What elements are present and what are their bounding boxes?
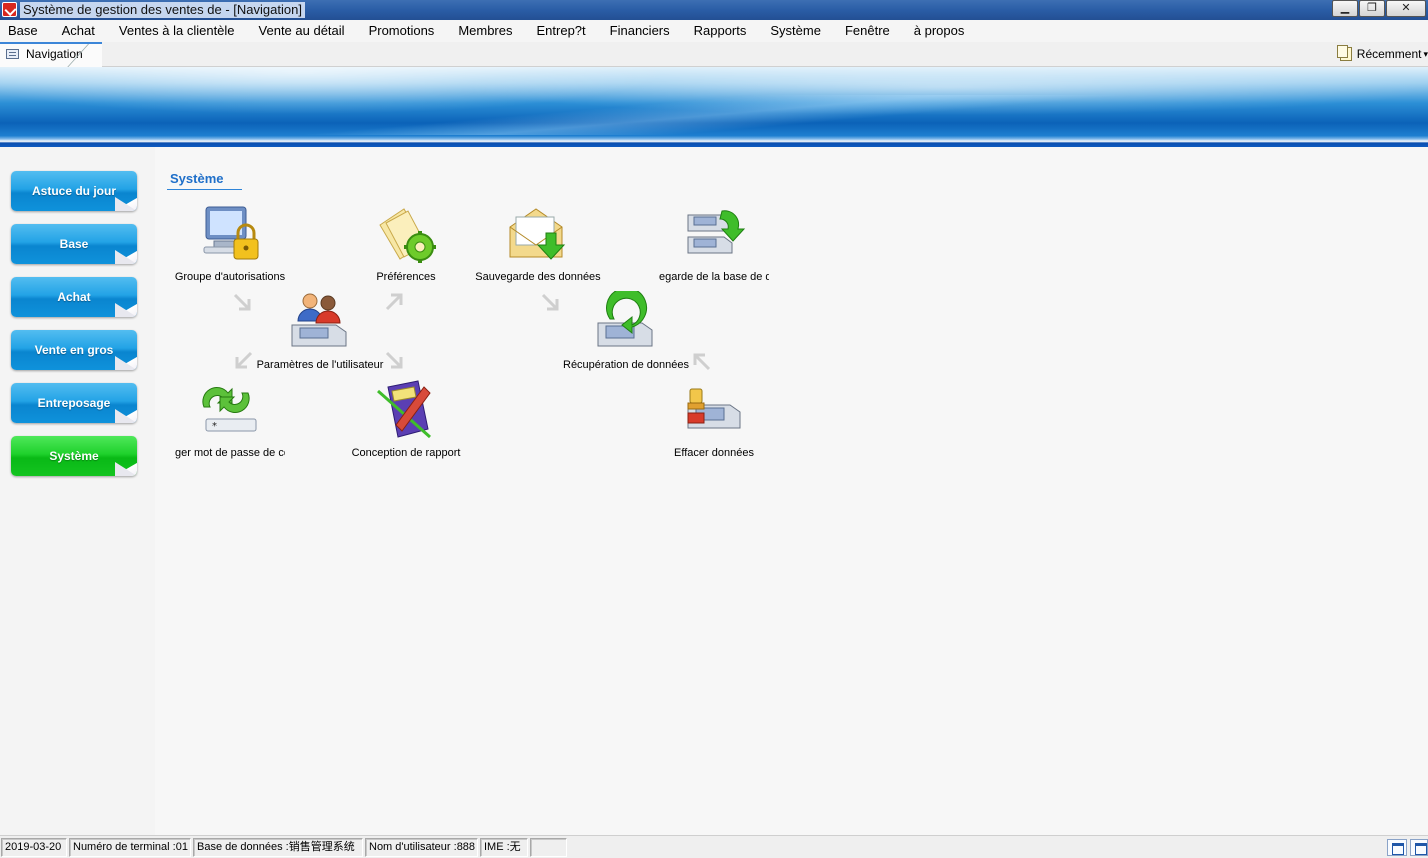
flow-arrow-up-left-icon [690, 350, 712, 372]
item-label: ger mot de passe de conn [175, 447, 285, 459]
nav-button-achat[interactable]: Achat [11, 277, 137, 317]
minimize-button[interactable]: ▁ [1332, 0, 1358, 17]
window-controls: ▁ ❐ ✕ [1331, 0, 1426, 18]
status-bar: 2019-03-20 Numéro de terminal :01 Base d… [0, 835, 1428, 858]
nav-button-label: Vente en gros [34, 343, 114, 357]
item-label: egarde de la base de don [659, 271, 769, 283]
section-underline [167, 189, 242, 190]
documents-gear-icon [374, 203, 438, 267]
nav-button-label: Achat [57, 290, 91, 304]
menu-item-systeme[interactable]: Système [758, 20, 833, 42]
nav-button-label: Astuce du jour [31, 184, 116, 198]
navigation-tab-icon [6, 49, 19, 59]
flow-arrow-down-left-icon [232, 350, 254, 372]
menu-item-achat[interactable]: Achat [50, 20, 107, 42]
header-banner [0, 67, 1428, 147]
recent-button[interactable]: Récemment ▾ [1336, 45, 1428, 61]
item-recuperation-donnees[interactable]: Récupération de données [563, 287, 689, 371]
flow-arrow-down-right-icon [384, 350, 406, 372]
menu-item-a-propos[interactable]: à propos [902, 20, 977, 42]
minimize-icon: ▁ [1340, 2, 1350, 14]
menu-item-base[interactable]: Base [0, 20, 50, 42]
status-database: Base de données :销售管理系统 [193, 838, 363, 857]
report-design-icon [374, 379, 438, 443]
nav-button-label: Base [59, 237, 89, 251]
restore-icon: ❐ [1367, 2, 1377, 14]
banner-wave [0, 95, 1428, 135]
nav-button-label: Entreposage [37, 396, 111, 410]
dropdown-arrow-icon: ▾ [1423, 48, 1428, 59]
app-icon[interactable] [2, 2, 17, 17]
item-conception-rapport[interactable]: Conception de rapport [351, 379, 461, 459]
status-date: 2019-03-20 [1, 838, 67, 857]
nav-button-base[interactable]: Base [11, 224, 137, 264]
window-title: Système de gestion des ventes de - [Navi… [20, 2, 305, 18]
drive-restore-icon [594, 287, 658, 355]
close-icon: ✕ [1401, 2, 1411, 14]
close-button[interactable]: ✕ [1386, 0, 1426, 17]
restore-button[interactable]: ❐ [1359, 0, 1385, 17]
recent-documents-icon [1336, 45, 1352, 61]
status-ime: IME :无 [480, 838, 528, 857]
menu-item-ventes-clientele[interactable]: Ventes à la clientèle [107, 20, 247, 42]
menu-item-promotions[interactable]: Promotions [357, 20, 447, 42]
status-extra [530, 838, 567, 857]
item-label: Groupe d'autorisations [174, 271, 286, 283]
menu-item-fenetre[interactable]: Fenêtre [833, 20, 902, 42]
menu-bar: Base Achat Ventes à la clientèle Vente a… [0, 20, 1428, 42]
title-bar: Système de gestion des ventes de - [Navi… [0, 0, 1428, 20]
status-terminal: Numéro de terminal :01 [69, 838, 191, 857]
tile-view-icon[interactable] [1410, 839, 1428, 856]
status-user: Nom d'utilisateur :888 [365, 838, 478, 857]
item-sauvegarde-donnees[interactable]: Sauvegarde des données [475, 203, 601, 283]
nav-button-entreposage[interactable]: Entreposage [11, 383, 137, 423]
layout-view-icon[interactable] [1387, 839, 1407, 856]
flow-arrow-down-right-icon [540, 292, 562, 314]
item-parametres-utilisateur[interactable]: Paramètres de l'utilisateur [257, 291, 383, 371]
item-label: Paramètres de l'utilisateur [256, 359, 384, 371]
nav-button-systeme[interactable]: Système [11, 436, 137, 476]
menu-item-financiers[interactable]: Financiers [598, 20, 682, 42]
item-label: Conception de rapport [351, 447, 461, 459]
left-navigation: Astuce du jour Base Achat Vente en gros … [0, 147, 155, 835]
nav-button-label: Système [49, 449, 99, 463]
item-preferences[interactable]: Préférences [351, 203, 461, 283]
main-panel: Système Groupe d'autorisations Préférenc… [155, 147, 1428, 835]
item-label: Récupération de données [563, 359, 689, 371]
tab-strip: Navigation Récemment ▾ [0, 42, 1428, 70]
svg-text:*: * [212, 421, 217, 432]
item-label: Préférences [376, 271, 436, 283]
envelope-download-icon [506, 203, 570, 267]
nav-button-vente-en-gros[interactable]: Vente en gros [11, 330, 137, 370]
item-label: Effacer données [674, 447, 754, 459]
recent-label: Récemment [1356, 47, 1422, 61]
nav-button-astuce-du-jour[interactable]: Astuce du jour [11, 171, 137, 211]
item-label: Sauvegarde des données [475, 271, 601, 283]
drive-clear-icon [682, 379, 746, 443]
item-changer-mot-de-passe[interactable]: * ger mot de passe de conn [175, 379, 285, 459]
password-change-icon: * [198, 379, 262, 443]
menu-item-rapports[interactable]: Rapports [682, 20, 759, 42]
menu-item-membres[interactable]: Membres [446, 20, 524, 42]
flow-arrow-down-right-icon [232, 292, 254, 314]
menu-item-vente-detail[interactable]: Vente au détail [247, 20, 357, 42]
menu-item-entrepot[interactable]: Entrep?t [525, 20, 598, 42]
drives-backup-icon [682, 203, 746, 267]
item-sauvegarde-base-donnees[interactable]: egarde de la base de don [659, 203, 769, 283]
users-drive-icon [288, 291, 352, 355]
flow-arrow-up-right-icon [384, 290, 406, 312]
section-title: Système [170, 171, 224, 186]
item-effacer-donnees[interactable]: Effacer données [659, 379, 769, 459]
computer-lock-icon [198, 203, 262, 267]
item-groupe-autorisations[interactable]: Groupe d'autorisations [175, 203, 285, 283]
